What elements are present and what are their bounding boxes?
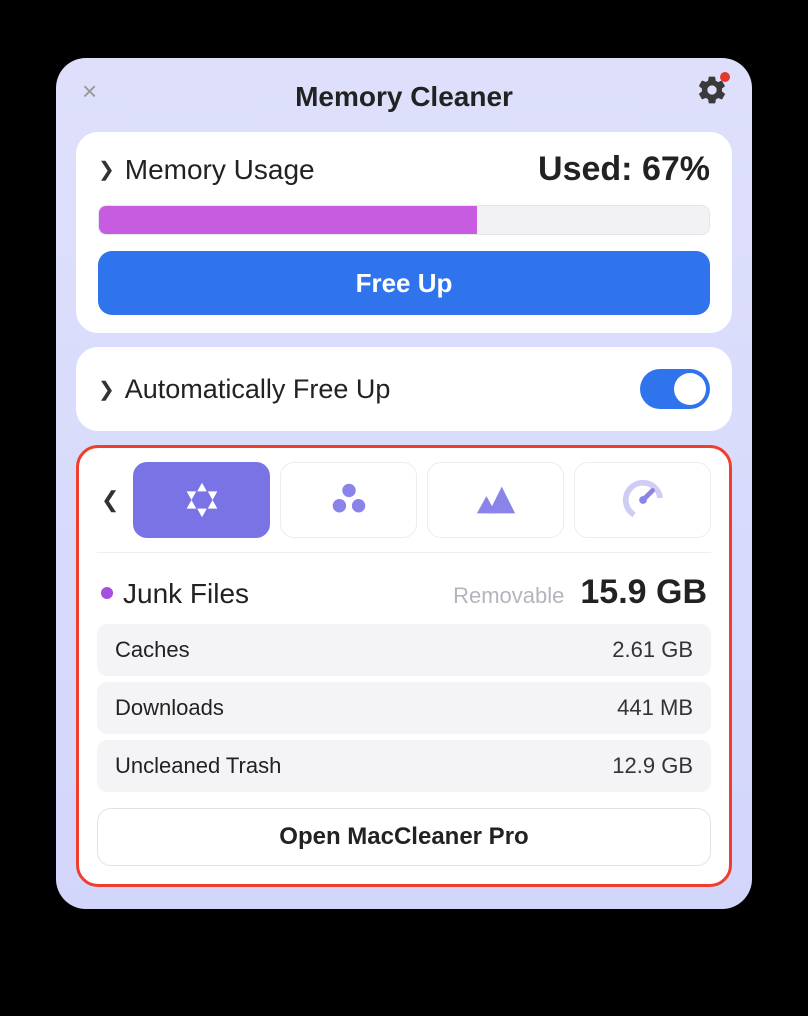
notification-dot-icon [720,72,730,82]
settings-button[interactable] [696,74,728,106]
gauge-icon [620,477,666,523]
list-item[interactable]: Downloads 441 MB [97,682,711,734]
chevron-right-icon: ❯ [98,377,115,402]
memory-usage-header[interactable]: ❯ Memory Usage Used: 67% [98,150,710,189]
memory-usage-bar-fill [99,206,477,234]
item-size: 2.61 GB [612,637,693,663]
item-name: Caches [115,637,190,663]
auto-free-up-header[interactable]: ❯ Automatically Free Up [98,374,390,405]
removable-label: Removable [453,583,564,609]
free-up-label: Free Up [356,268,453,299]
category-dot-icon [101,587,113,599]
memory-usage-card: ❯ Memory Usage Used: 67% Free Up [76,132,732,333]
junk-files-title: Junk Files [123,578,249,610]
list-item[interactable]: Uncleaned Trash 12.9 GB [97,740,711,792]
tab-speedup[interactable] [574,462,711,538]
chevron-right-icon: ❯ [98,157,115,182]
app-title: Memory Cleaner [295,81,513,113]
junk-files-card: ❮ [76,445,732,887]
back-button[interactable]: ❮ [97,487,123,513]
tab-large-files[interactable] [427,462,564,538]
junk-files-total: 15.9 GB [580,573,707,612]
close-button[interactable]: × [82,78,97,104]
tab-junk-files[interactable] [133,462,270,538]
open-maccleaner-button[interactable]: Open MacCleaner Pro [97,808,711,866]
list-item[interactable]: Caches 2.61 GB [97,624,711,676]
item-name: Uncleaned Trash [115,753,281,779]
titlebar: × Memory Cleaner [76,76,732,118]
category-tab-row: ❮ [97,462,711,553]
item-size: 12.9 GB [612,753,693,779]
auto-free-up-toggle[interactable] [640,369,710,409]
free-up-button[interactable]: Free Up [98,251,710,315]
app-window: × Memory Cleaner ❯ Memory Usage Used: 67… [56,58,752,909]
junk-items-list: Caches 2.61 GB Downloads 441 MB Uncleane… [97,624,711,792]
junk-files-header: Junk Files Removable 15.9 GB [97,567,711,624]
memory-usage-bar [98,205,710,235]
auto-free-up-label: Automatically Free Up [125,374,391,405]
auto-free-up-card: ❯ Automatically Free Up [76,347,732,431]
item-name: Downloads [115,695,224,721]
snowflake-icon [179,477,225,523]
item-size: 441 MB [617,695,693,721]
tab-duplicates[interactable] [280,462,417,538]
circles-icon [326,477,372,523]
memory-usage-label: Memory Usage [125,154,315,186]
mountains-icon [473,477,519,523]
memory-used-value: Used: 67% [538,150,710,189]
open-maccleaner-label: Open MacCleaner Pro [279,823,528,851]
